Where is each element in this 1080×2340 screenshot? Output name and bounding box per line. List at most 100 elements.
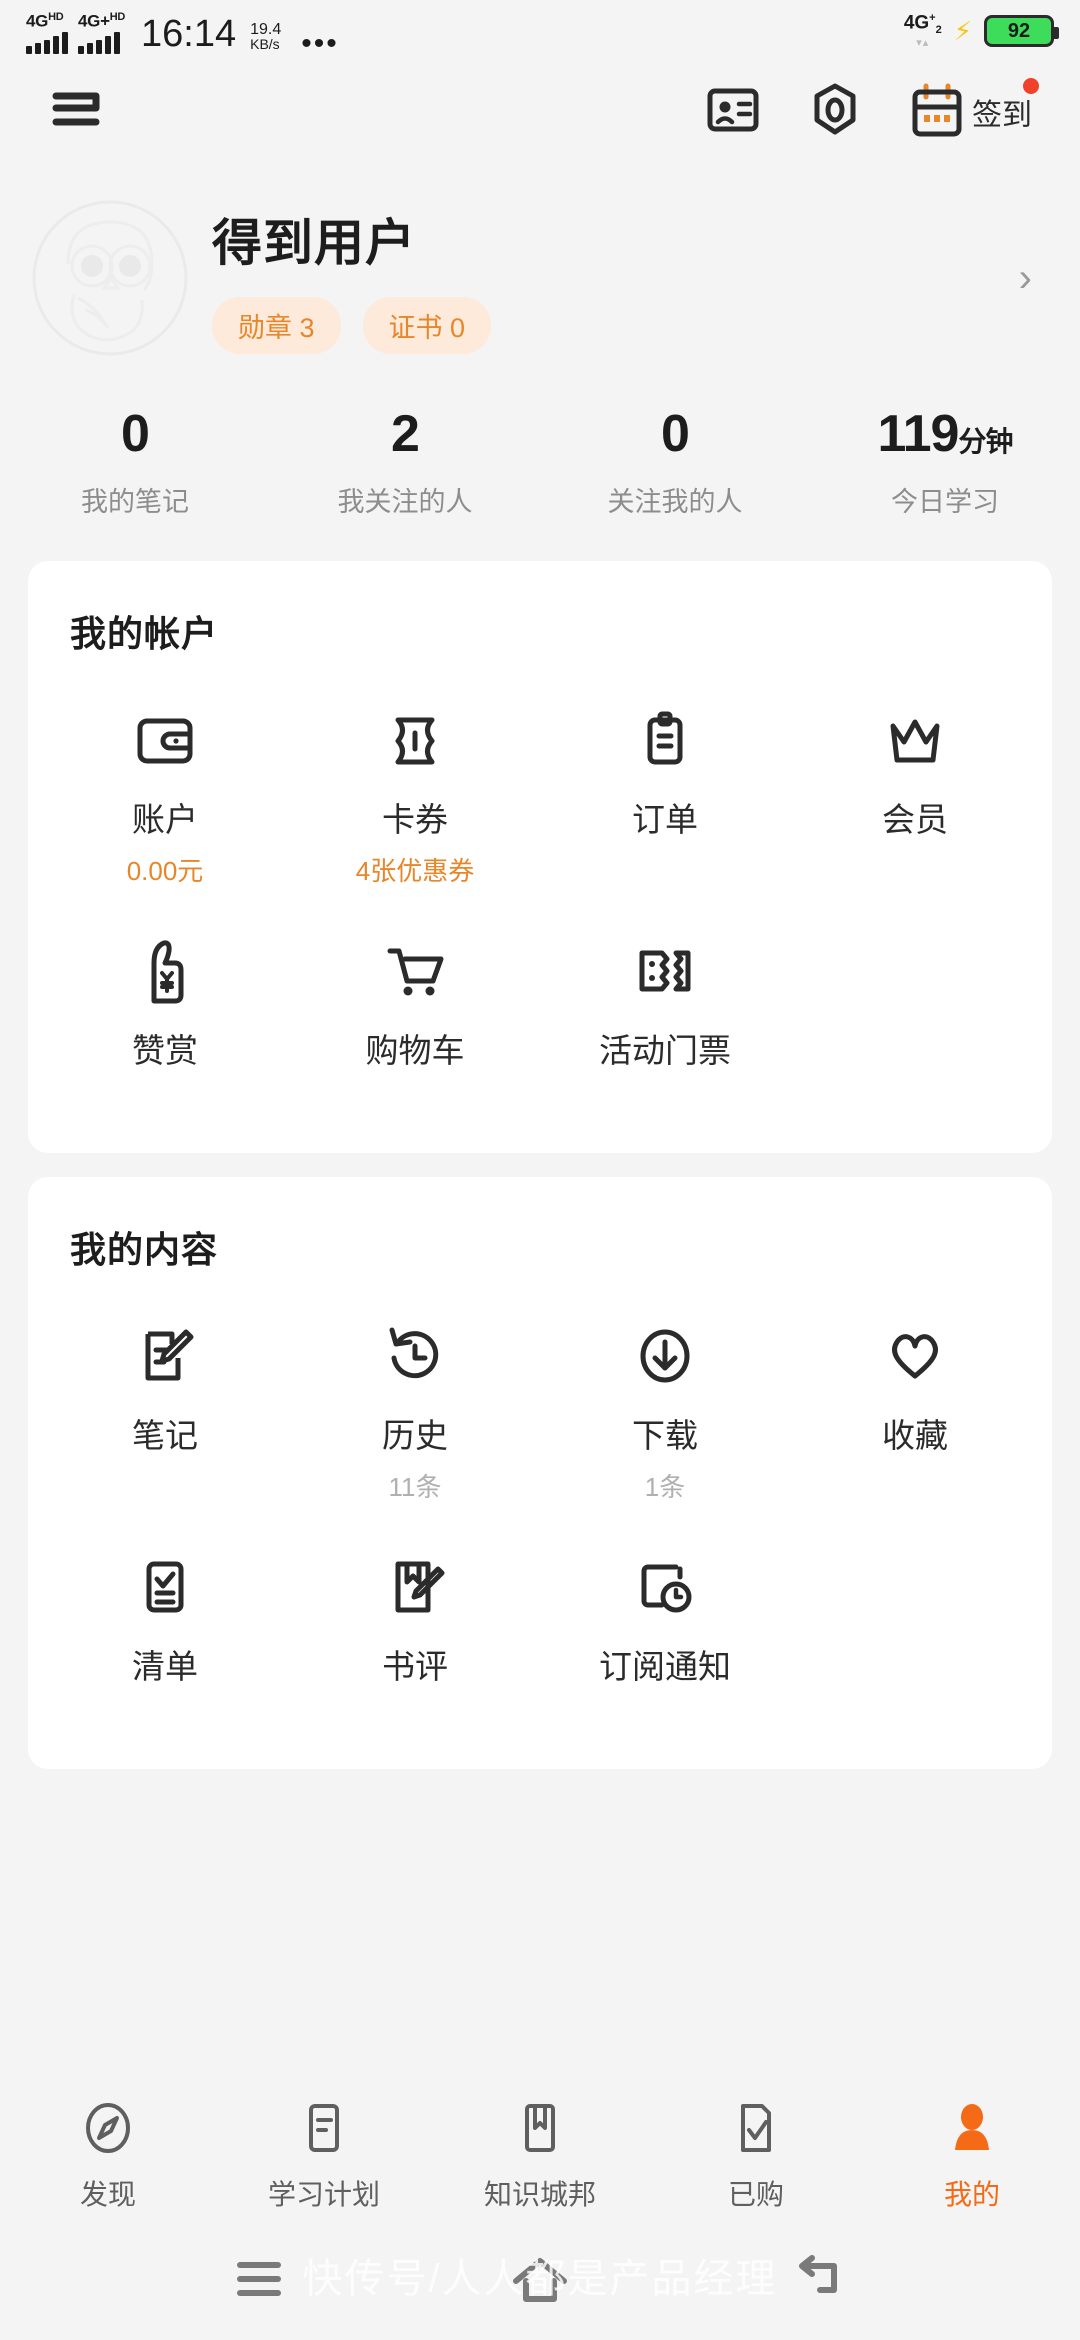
content-item-placeholder [790, 1504, 1040, 1729]
user-name: 得到用户 [212, 214, 416, 271]
badge-chip-medals[interactable]: 勋章 3 [212, 296, 341, 354]
status-bar-right: 4G+2 ▾▴ ⚡ 92 [904, 12, 1059, 49]
app-bar: 签到 [0, 62, 1080, 162]
stat-unit: 分钟 [958, 426, 1013, 457]
account-item-orders[interactable]: 订单 [540, 657, 790, 888]
data-network-sup: + [929, 12, 936, 25]
content-item-history[interactable]: 历史 11条 [290, 1273, 540, 1504]
nav-item-discover[interactable]: 发现 [0, 2100, 216, 2213]
account-item-label: 活动门票 [599, 1032, 731, 1069]
my-content-grid: 笔记 历史 11条 下载 1条 收藏 清单 书评 订阅通知 [28, 1273, 1052, 1729]
stats-row: 0 我的笔记 2 我关注的人 0 关注我的人 119分钟 今日学习 [0, 358, 1080, 561]
clipboard-icon [632, 705, 698, 777]
my-content-card: 我的内容 笔记 历史 11条 下载 1条 收藏 清单 书评 订阅通知 [28, 1177, 1052, 1769]
network-speed: 19.4 KB/s [250, 22, 281, 52]
nav-item-study-plan[interactable]: 学习计划 [216, 2100, 432, 2213]
content-item-label: 订阅通知 [599, 1648, 731, 1685]
person-icon [944, 2100, 1000, 2161]
book-review-icon [382, 1552, 448, 1624]
stat-followers[interactable]: 0 关注我的人 [540, 406, 810, 519]
heart-icon [881, 1321, 949, 1393]
coupon-ticket-icon [382, 705, 448, 777]
stat-label: 我关注的人 [337, 487, 473, 517]
account-item-cart[interactable]: 购物车 [290, 888, 540, 1113]
nav-item-knowledge-city[interactable]: 知识城邦 [432, 2100, 648, 2213]
network-speed-value: 19.4 [250, 21, 282, 39]
account-item-label: 赞赏 [132, 1032, 198, 1069]
id-card-icon[interactable] [706, 83, 760, 142]
owl-avatar-icon[interactable] [30, 198, 190, 358]
back-icon[interactable] [792, 2254, 850, 2309]
content-item-label: 下载 [632, 1417, 698, 1454]
content-item-label: 清单 [132, 1648, 198, 1685]
hexagon-eye-icon[interactable] [806, 81, 864, 144]
sim1-signal-icon: 4GHD [26, 8, 68, 55]
bolt-icon: ⚡ [953, 16, 972, 46]
my-content-title: 我的内容 [70, 1229, 219, 1270]
sim1-hd-label: HD [48, 10, 64, 23]
thumbup-yen-icon [132, 936, 198, 1008]
badge-chip-certificates[interactable]: 证书 0 [362, 296, 492, 354]
checkin-button[interactable]: 签到 [910, 74, 1042, 142]
my-account-title: 我的帐户 [70, 613, 219, 654]
battery-icon: 92 [984, 15, 1059, 47]
stat-value: 0 [121, 405, 150, 463]
stat-today-study[interactable]: 119分钟 今日学习 [810, 406, 1080, 519]
compass-icon [80, 2100, 136, 2161]
account-item-event-ticket[interactable]: 活动门票 [540, 888, 790, 1113]
recents-icon[interactable] [230, 2255, 288, 2308]
stat-value: 119 [877, 405, 960, 463]
stat-following[interactable]: 2 我关注的人 [270, 406, 540, 519]
status-bar-left: 4GHD 4G+HD 16:14 19.4 KB/s ••• [26, 8, 904, 59]
content-item-favorites[interactable]: 收藏 [790, 1273, 1040, 1504]
profile-header[interactable]: 得到用户 勋章 3 证书 0 › [0, 162, 1080, 358]
nav-item-mine[interactable]: 我的 [864, 2100, 1080, 2213]
content-item-label: 书评 [382, 1648, 448, 1685]
sim2-label: 4G+ [78, 11, 110, 31]
content-item-subscribe[interactable]: 订阅通知 [540, 1504, 790, 1729]
content-item-sub: 11条 [388, 1472, 442, 1502]
content-item-checklist[interactable]: 清单 [40, 1504, 290, 1729]
stat-label: 今日学习 [891, 487, 999, 517]
sim1-label: 4G [26, 11, 49, 31]
menu-icon[interactable] [46, 86, 106, 139]
battery-level-label: 92 [1007, 19, 1031, 42]
profile-chips: 勋章 3 证书 0 [212, 296, 1019, 354]
data-transfer-arrows-icon: ▾▴ [916, 36, 930, 49]
content-item-notes[interactable]: 笔记 [40, 1273, 290, 1504]
account-item-label: 会员 [882, 801, 948, 838]
content-item-book-review[interactable]: 书评 [290, 1504, 540, 1729]
my-account-card: 我的帐户 账户 0.00元 卡券 4张优惠券 订单 会员 赞赏 购物车 活动门票 [28, 561, 1052, 1153]
android-system-bar [0, 2222, 1080, 2340]
wallet-icon [132, 705, 198, 777]
checklist-icon [132, 1552, 198, 1624]
nav-item-purchased[interactable]: 已购 [648, 2100, 864, 2213]
plan-icon [296, 2100, 352, 2161]
account-item-coupon[interactable]: 卡券 4张优惠券 [290, 657, 540, 888]
account-item-label: 卡券 [382, 801, 448, 838]
content-item-download[interactable]: 下载 1条 [540, 1273, 790, 1504]
account-item-sub: 4张优惠券 [355, 856, 475, 886]
nav-label: 发现 [79, 2178, 136, 2210]
account-item-label: 账户 [132, 801, 198, 838]
calendar-icon [910, 83, 964, 142]
content-item-sub: 1条 [644, 1472, 686, 1502]
bottom-nav: 发现 学习计划 知识城邦 已购 我的 [0, 2090, 1080, 2222]
status-bar: 4GHD 4G+HD 16:14 19.4 KB/s ••• 4G+2 ▾▴ ⚡… [0, 0, 1080, 62]
home-icon[interactable] [508, 2253, 572, 2310]
content-item-label: 历史 [382, 1417, 448, 1454]
account-item-label: 订单 [632, 801, 698, 838]
chevron-right-icon[interactable]: › [1019, 256, 1032, 301]
stat-value: 0 [661, 405, 690, 463]
subscribe-bell-icon [630, 1552, 700, 1624]
profile-info: 得到用户 勋章 3 证书 0 [212, 203, 1019, 354]
account-item-reward[interactable]: 赞赏 [40, 888, 290, 1113]
history-clock-icon [382, 1321, 448, 1393]
checkin-label: 签到 [972, 99, 1032, 132]
download-icon [632, 1321, 698, 1393]
account-item-sub: 0.00元 [126, 856, 204, 886]
stat-my-notes[interactable]: 0 我的笔记 [0, 406, 270, 519]
account-item-wallet[interactable]: 账户 0.00元 [40, 657, 290, 888]
nav-label: 知识城邦 [483, 2178, 596, 2210]
account-item-vip[interactable]: 会员 [790, 657, 1040, 888]
